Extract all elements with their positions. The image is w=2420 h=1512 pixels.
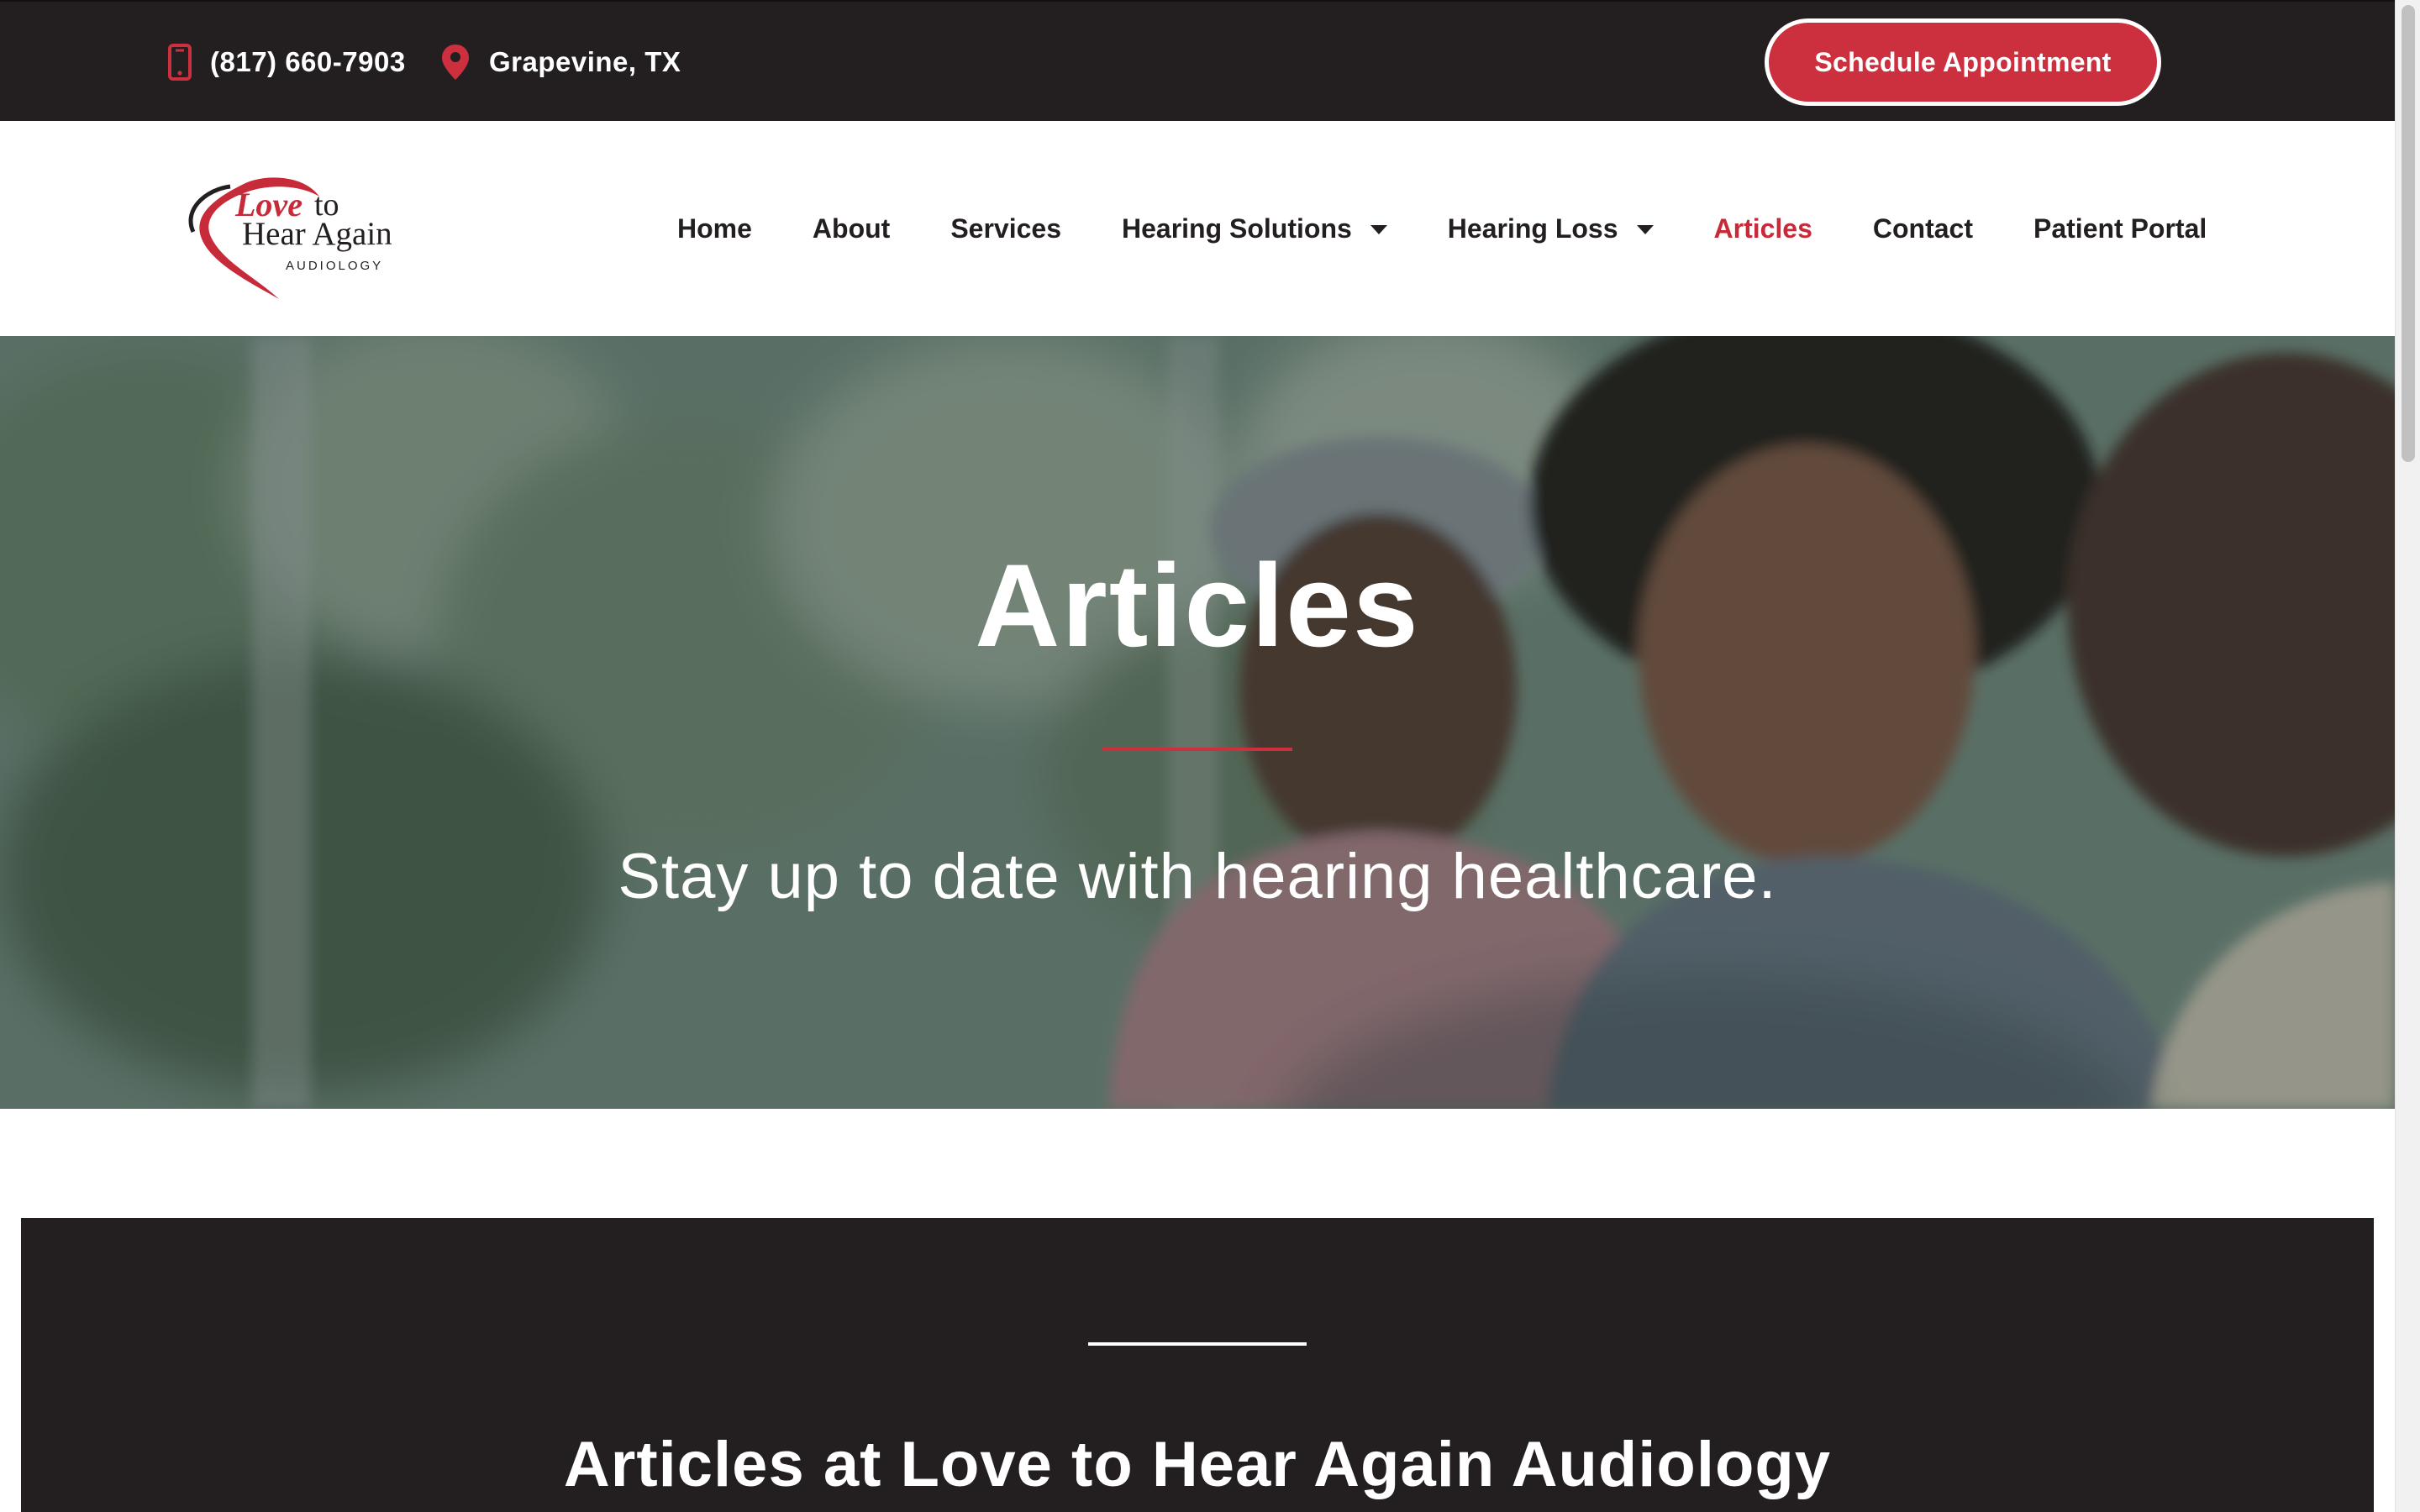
articles-intro-section: Articles at Love to Hear Again Audiology <box>21 1218 2374 1512</box>
nav-contact[interactable]: Contact <box>1873 213 1973 244</box>
hero-title: Articles <box>975 539 1420 671</box>
location-link[interactable]: Grapevine, TX <box>440 2 681 123</box>
page: (817) 660-7903 Grapevine, TX Schedule Ap… <box>0 0 2395 1512</box>
section-divider <box>1088 1342 1307 1346</box>
hero-divider <box>1102 748 1292 751</box>
schedule-appointment-button[interactable]: Schedule Appointment <box>1765 18 2161 106</box>
nav-hearing-solutions-label: Hearing Solutions <box>1121 213 1352 244</box>
section-heading: Articles at Love to Hear Again Audiology <box>563 1429 1832 1500</box>
phone-icon <box>168 44 192 81</box>
nav-hearing-solutions[interactable]: Hearing Solutions <box>1122 213 1387 244</box>
site-header: Love to Hear Again AUDIOLOGY Home About … <box>0 121 2395 336</box>
location-text: Grapevine, TX <box>489 46 681 77</box>
nav-services-label: Services <box>950 213 1061 244</box>
logo-subtitle: AUDIOLOGY <box>286 259 384 273</box>
nav-hearing-loss[interactable]: Hearing Loss <box>1448 213 1654 244</box>
nav-about[interactable]: About <box>813 213 890 244</box>
logo[interactable]: Love to Hear Again AUDIOLOGY <box>171 151 424 302</box>
hero-banner: Articles Stay up to date with hearing he… <box>0 336 2395 1109</box>
hero-subtitle: Stay up to date with hearing healthcare. <box>618 841 1777 912</box>
caret-down-icon <box>1370 224 1387 234</box>
logo-hear-again-text: Hear Again <box>242 216 392 252</box>
top-bar: (817) 660-7903 Grapevine, TX Schedule Ap… <box>0 0 2395 121</box>
main-nav: Home About Services Hearing Solutions He… <box>677 121 2207 336</box>
nav-home[interactable]: Home <box>677 213 752 244</box>
hero-overlay <box>0 336 2395 1109</box>
nav-patient-portal-label: Patient Portal <box>2033 213 2207 244</box>
phone-link[interactable]: (817) 660-7903 <box>168 2 406 123</box>
nav-hearing-loss-label: Hearing Loss <box>1447 213 1618 244</box>
nav-home-label: Home <box>677 213 752 244</box>
vertical-scrollbar[interactable] <box>2395 0 2420 1512</box>
phone-number: (817) 660-7903 <box>210 46 406 77</box>
nav-contact-label: Contact <box>1872 213 1973 244</box>
nav-articles[interactable]: Articles <box>1714 213 1812 244</box>
scrollbar-thumb[interactable] <box>2402 5 2415 462</box>
nav-about-label: About <box>812 213 891 244</box>
caret-down-icon <box>1636 224 1654 234</box>
map-pin-icon <box>442 45 469 80</box>
nav-articles-label: Articles <box>1713 213 1812 244</box>
nav-patient-portal[interactable]: Patient Portal <box>2033 213 2207 244</box>
nav-services[interactable]: Services <box>950 213 1061 244</box>
